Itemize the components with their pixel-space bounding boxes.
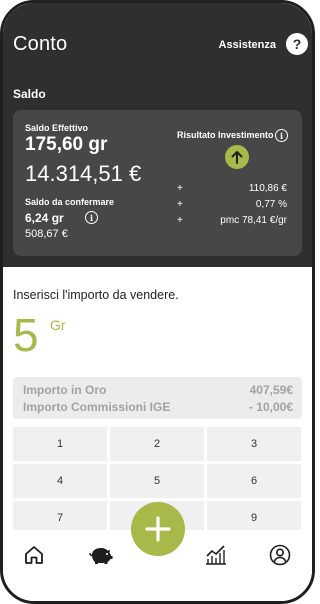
key-2[interactable]: 2 bbox=[110, 427, 204, 461]
result-value: 110,86 € bbox=[248, 183, 287, 194]
sell-amount-value[interactable]: 5 bbox=[13, 312, 39, 358]
plus-icon bbox=[145, 516, 171, 542]
summary-value: - 10,00€ bbox=[248, 400, 293, 414]
result-sign: + bbox=[177, 199, 183, 210]
summary-label: Importo in Oro bbox=[23, 383, 107, 397]
key-1[interactable]: 1 bbox=[13, 427, 107, 461]
pending-balance-euro: 508,67 € bbox=[25, 228, 68, 240]
add-button[interactable] bbox=[131, 502, 185, 556]
summary-value: 407,59€ bbox=[249, 383, 293, 397]
key-5[interactable]: 5 bbox=[110, 464, 204, 498]
effective-balance-euro: 14.314,51 € bbox=[25, 161, 142, 186]
piggy-bank-icon[interactable] bbox=[88, 544, 114, 566]
key-4[interactable]: 4 bbox=[13, 464, 107, 498]
key-3[interactable]: 3 bbox=[207, 427, 301, 461]
result-sign: + bbox=[177, 183, 183, 194]
balance-section-title: Saldo bbox=[13, 87, 46, 101]
sale-summary: Importo in Oro 407,59€ Importo Commissio… bbox=[13, 377, 302, 419]
result-value: pmc 78,41 €/gr bbox=[220, 215, 287, 226]
sell-amount-prompt: Inserisci l'importo da vendere. bbox=[13, 288, 179, 302]
page-title: Conto bbox=[13, 33, 68, 55]
pending-info-icon[interactable]: i bbox=[85, 211, 98, 224]
pending-balance-label: Saldo da confermare bbox=[25, 197, 115, 207]
summary-label: Importo Commissioni IGE bbox=[23, 400, 171, 414]
result-value: 0,77 % bbox=[255, 199, 287, 210]
effective-balance-label: Saldo Effettivo bbox=[25, 123, 89, 133]
arrow-up-icon bbox=[225, 145, 249, 169]
chart-icon[interactable] bbox=[204, 544, 228, 566]
profile-icon[interactable] bbox=[269, 544, 291, 566]
effective-balance-grams: 175,60 gr bbox=[25, 134, 108, 155]
pending-balance-grams: 6,24 gr bbox=[25, 211, 64, 225]
key-6[interactable]: 6 bbox=[207, 464, 301, 498]
help-icon[interactable]: ? bbox=[286, 33, 308, 55]
result-sign: + bbox=[177, 215, 183, 226]
investment-result-label: Risultato Investimento bbox=[177, 130, 274, 140]
investment-info-icon[interactable]: i bbox=[275, 129, 288, 142]
app-screen: Conto Assistenza ? Saldo Saldo Effettivo… bbox=[0, 0, 315, 604]
sell-amount-unit: Gr bbox=[50, 317, 66, 333]
assistance-link[interactable]: Assistenza bbox=[219, 39, 276, 51]
balance-card: Saldo Effettivo 175,60 gr 14.314,51 € Sa… bbox=[13, 110, 302, 256]
home-icon[interactable] bbox=[23, 544, 45, 566]
